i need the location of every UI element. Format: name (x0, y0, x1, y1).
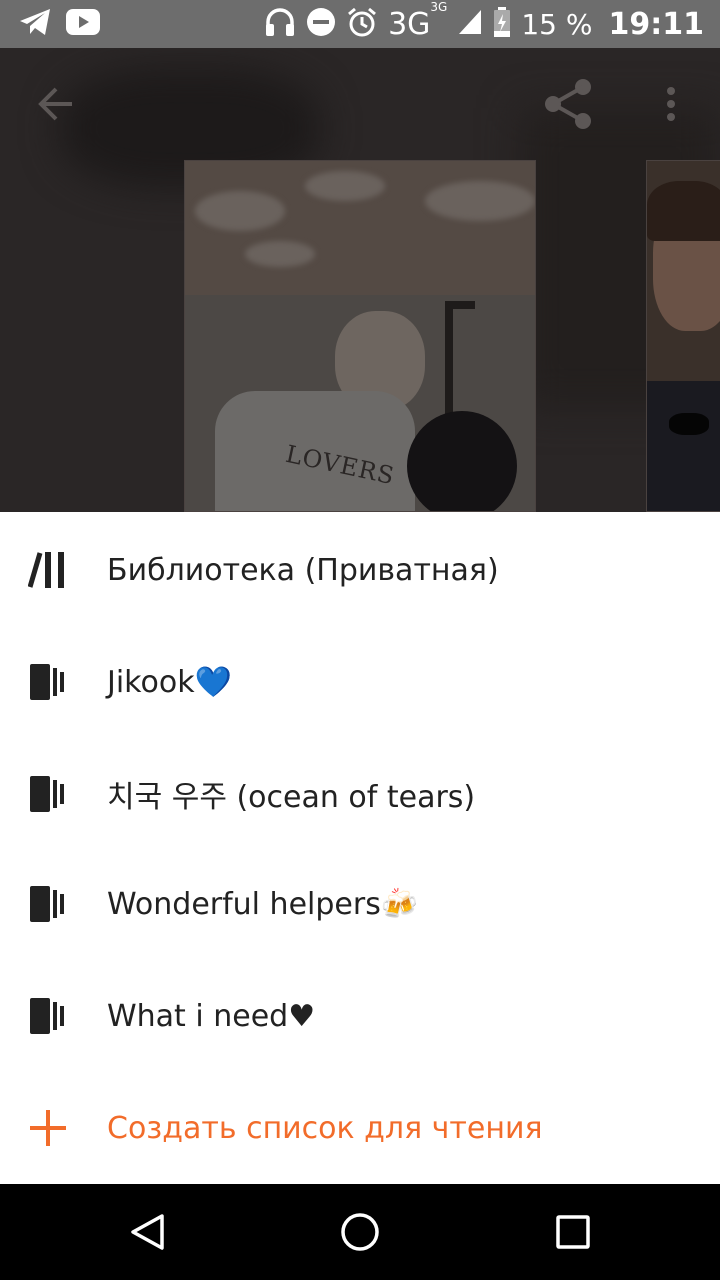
nav-recents-icon[interactable] (533, 1192, 613, 1272)
nav-back-icon[interactable] (107, 1192, 187, 1272)
story-cover-image[interactable]: LOVERS (184, 160, 536, 512)
reading-list-icon (28, 774, 68, 814)
list-item-wonderful-helpers[interactable]: Wonderful helpers🍻 (0, 848, 720, 960)
reading-list-icon (28, 996, 68, 1036)
list-item-label: Wonderful helpers🍻 (107, 886, 419, 922)
youtube-icon (66, 8, 100, 40)
more-vert-icon[interactable] (664, 86, 678, 127)
battery-icon (493, 6, 511, 42)
add-to-list-sheet: Библиотека (Приватная) Jikook💙 치국 우주 (oc… (0, 512, 720, 1184)
list-item-jikook[interactable]: Jikook💙 (0, 626, 720, 738)
clock: 19:11 (608, 6, 705, 42)
do-not-disturb-icon (306, 7, 336, 42)
telegram-icon (18, 7, 52, 42)
reading-list-icon (28, 884, 68, 924)
signal-icon (457, 8, 483, 41)
list-item-label: What i need♥ (107, 998, 316, 1034)
list-item-what-i-need[interactable]: What i need♥ (0, 960, 720, 1072)
reading-list-icon (28, 662, 68, 702)
share-icon[interactable] (542, 78, 594, 135)
list-item-label: Jikook💙 (107, 664, 232, 700)
story-details-backdrop[interactable]: LOVERS (0, 48, 720, 512)
status-bar: 3G3G 15 % 19:11 (0, 0, 720, 48)
list-item-ocean-of-tears[interactable]: 치국 우주 (ocean of tears) (0, 738, 720, 850)
library-icon (28, 550, 68, 590)
system-nav-bar (0, 1184, 720, 1280)
plus-icon (28, 1108, 68, 1148)
battery-percent: 15 % (521, 7, 593, 41)
alarm-icon (346, 6, 378, 43)
create-reading-list-label: Создать список для чтения (107, 1110, 543, 1146)
next-story-cover[interactable] (646, 160, 720, 512)
list-item-label: Библиотека (Приватная) (107, 552, 499, 588)
headphones-icon (264, 7, 296, 42)
network-type: 3G3G (388, 0, 448, 42)
nav-home-icon[interactable] (320, 1192, 400, 1272)
list-item-label: 치국 우주 (ocean of tears) (107, 780, 476, 815)
list-item-library[interactable]: Библиотека (Приватная) (0, 514, 720, 626)
arrow-back-icon[interactable] (36, 86, 76, 127)
create-reading-list-button[interactable]: Создать список для чтения (0, 1072, 720, 1184)
